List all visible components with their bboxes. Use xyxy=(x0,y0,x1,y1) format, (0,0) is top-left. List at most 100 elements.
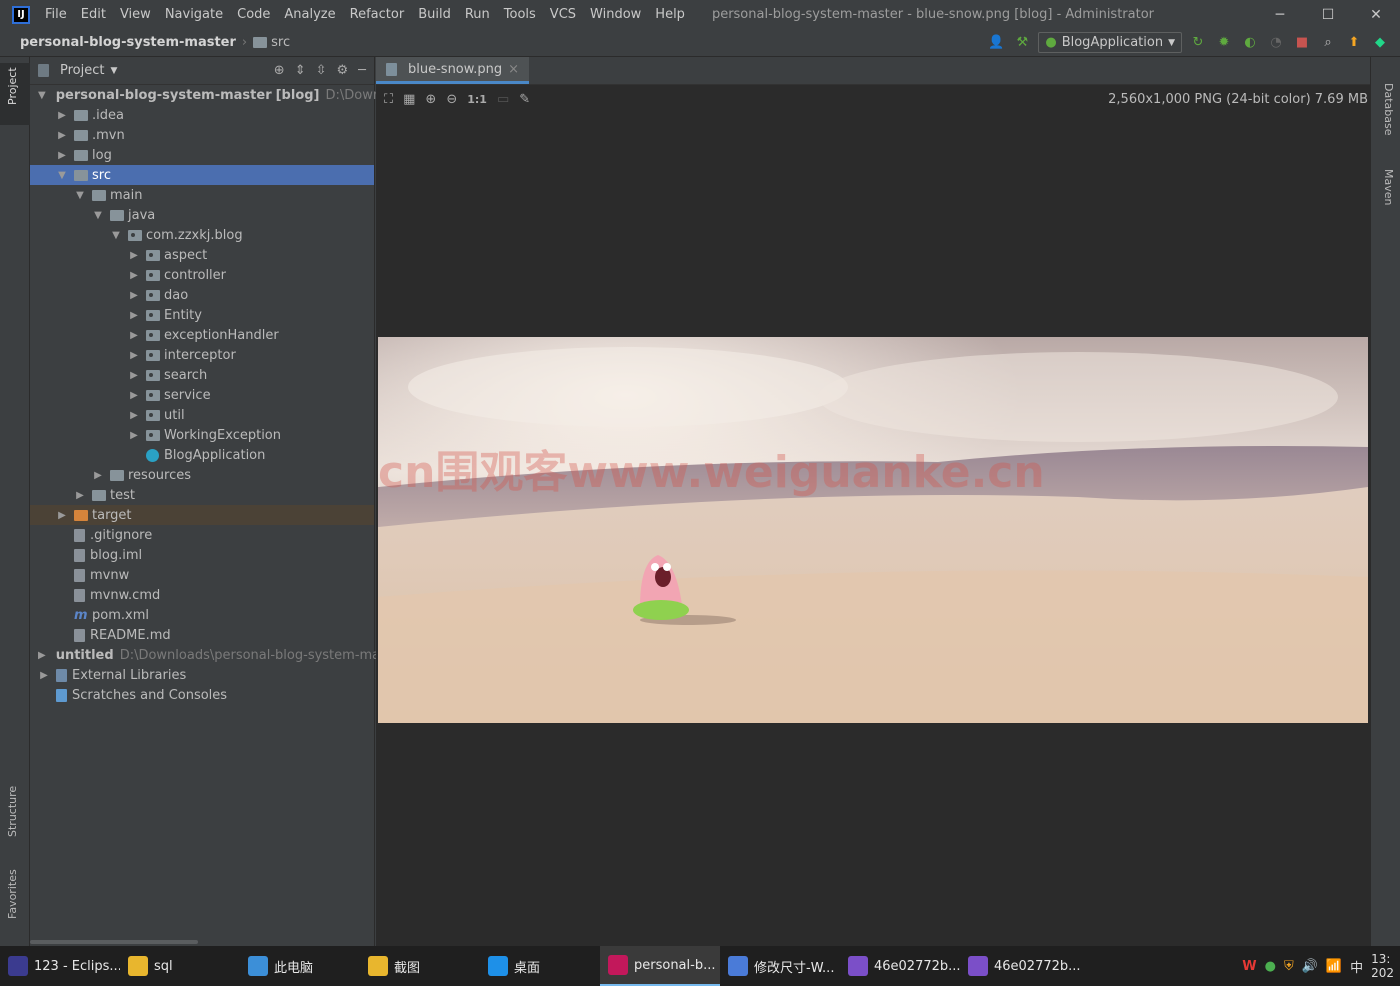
chevron-right-icon[interactable]: ▶ xyxy=(128,370,140,381)
project-tool-label[interactable]: Project xyxy=(6,67,19,105)
tree-item[interactable]: ▶ .mvn xyxy=(30,125,374,145)
chevron-right-icon[interactable]: ▶ xyxy=(128,350,140,361)
tree-item[interactable]: m pom.xml xyxy=(30,605,374,625)
zoom-out-icon[interactable]: ⊖ xyxy=(446,92,457,107)
tree-item[interactable]: ▶ exceptionHandler xyxy=(30,325,374,345)
maven-tool-label[interactable]: Maven xyxy=(1382,169,1395,205)
menu-item-code[interactable]: Code xyxy=(230,7,277,22)
background-icon[interactable]: ▭ xyxy=(497,92,509,107)
tree-item[interactable]: ▶ log xyxy=(30,145,374,165)
maximize-button[interactable]: ☐ xyxy=(1304,0,1352,29)
tree-item[interactable]: mvnw xyxy=(30,565,374,585)
actual-size-button[interactable]: 1:1 xyxy=(467,93,487,106)
tree-item[interactable]: ▼ java xyxy=(30,205,374,225)
breadcrumb-folder[interactable]: src xyxy=(271,35,290,50)
chevron-right-icon[interactable]: ▶ xyxy=(74,490,86,501)
wechat-icon[interactable]: ● xyxy=(1265,959,1276,974)
tree-item[interactable]: ▶ .idea xyxy=(30,105,374,125)
ime-indicator[interactable]: 中 xyxy=(1350,957,1363,976)
taskbar-item[interactable]: 123 - Eclips... xyxy=(0,946,120,986)
taskbar-item[interactable]: 桌面 xyxy=(480,946,600,986)
menu-item-refactor[interactable]: Refactor xyxy=(343,7,412,22)
chevron-right-icon[interactable]: ▶ xyxy=(56,130,68,141)
collapse-all-icon[interactable]: ⇳ xyxy=(316,63,327,78)
tree-item[interactable]: BlogApplication xyxy=(30,445,374,465)
chevron-down-icon[interactable]: ▼ xyxy=(38,90,46,101)
menu-item-vcs[interactable]: VCS xyxy=(543,7,583,22)
stop-icon[interactable]: ■ xyxy=(1292,33,1312,53)
shield-icon[interactable]: ⛨ xyxy=(1284,959,1294,974)
rerun-icon[interactable]: ↻ xyxy=(1188,33,1208,53)
menu-item-analyze[interactable]: Analyze xyxy=(277,7,342,22)
breadcrumb-project[interactable]: personal-blog-system-master xyxy=(20,35,236,50)
chevron-right-icon[interactable]: ▶ xyxy=(128,270,140,281)
menu-item-tools[interactable]: Tools xyxy=(497,7,543,22)
tree-item[interactable]: mvnw.cmd xyxy=(30,585,374,605)
toolbox-icon[interactable]: ◆ xyxy=(1370,33,1390,53)
zoom-in-icon[interactable]: ⊕ xyxy=(425,92,436,107)
tree-item[interactable]: ▶ WorkingException xyxy=(30,425,374,445)
menu-item-file[interactable]: File xyxy=(38,7,74,22)
tree-item[interactable]: README.md xyxy=(30,625,374,645)
close-button[interactable]: ✕ xyxy=(1352,0,1400,29)
search-icon[interactable]: ⌕ xyxy=(1318,33,1338,53)
chevron-down-icon[interactable]: ▼ xyxy=(92,210,104,221)
chevron-down-icon[interactable]: ▼ xyxy=(110,230,122,241)
wps-icon[interactable]: W xyxy=(1242,959,1256,974)
close-tab-icon[interactable]: × xyxy=(508,62,519,77)
tab-blue-snow-png[interactable]: blue-snow.png × xyxy=(376,57,529,84)
profile-icon[interactable]: ◔ xyxy=(1266,33,1286,53)
tree-item[interactable]: ▶ resources xyxy=(30,465,374,485)
taskbar-item[interactable]: 截图 xyxy=(360,946,480,986)
tree-item[interactable]: ▶ test xyxy=(30,485,374,505)
tree-item[interactable]: ▶ External Libraries xyxy=(30,665,374,685)
chevron-right-icon[interactable]: ▶ xyxy=(128,430,140,441)
chevron-down-icon[interactable]: ▼ xyxy=(56,170,68,181)
gear-icon[interactable]: ⚙ xyxy=(337,63,349,78)
database-tool-label[interactable]: Database xyxy=(1382,83,1395,136)
tree-item[interactable]: ▶ service xyxy=(30,385,374,405)
menu-item-run[interactable]: Run xyxy=(458,7,497,22)
chevron-right-icon[interactable]: ▶ xyxy=(38,650,46,661)
taskbar-item[interactable]: personal-b... xyxy=(600,946,720,986)
taskbar-item[interactable]: 此电脑 xyxy=(240,946,360,986)
debug-icon[interactable]: ✹ xyxy=(1214,33,1234,53)
volume-icon[interactable]: 🔊 xyxy=(1302,959,1318,974)
tree-item[interactable]: ▶ Entity xyxy=(30,305,374,325)
taskbar-item[interactable]: 46e02772b... xyxy=(840,946,960,986)
tree-item[interactable]: ▶ target xyxy=(30,505,374,525)
menu-item-edit[interactable]: Edit xyxy=(74,7,113,22)
horizontal-scrollbar[interactable] xyxy=(30,940,198,944)
taskbar-item[interactable]: sql xyxy=(120,946,240,986)
chevron-right-icon[interactable]: ▶ xyxy=(56,510,68,521)
tree-item[interactable]: ▶ aspect xyxy=(30,245,374,265)
chevron-down-icon[interactable]: ▼ xyxy=(74,190,86,201)
taskbar-item[interactable]: 修改尺寸-W... xyxy=(720,946,840,986)
chevron-right-icon[interactable]: ▶ xyxy=(38,670,50,681)
locate-icon[interactable]: ⊕ xyxy=(274,63,285,78)
chevron-right-icon[interactable]: ▶ xyxy=(128,330,140,341)
coverage-icon[interactable]: ◐ xyxy=(1240,33,1260,53)
taskbar-item[interactable]: 46e02772b... xyxy=(960,946,1080,986)
tree-item[interactable]: ▼ main xyxy=(30,185,374,205)
tree-item[interactable]: .gitignore xyxy=(30,525,374,545)
chevron-right-icon[interactable]: ▶ xyxy=(56,150,68,161)
expand-all-icon[interactable]: ⇕ xyxy=(295,63,306,78)
network-icon[interactable]: 📶 xyxy=(1326,959,1342,974)
project-view-select[interactable]: Project ▼ xyxy=(38,63,117,78)
color-picker-icon[interactable]: ✎ xyxy=(519,92,530,107)
chevron-right-icon[interactable]: ▶ xyxy=(128,390,140,401)
hide-icon[interactable]: ─ xyxy=(358,63,366,78)
chevron-right-icon[interactable]: ▶ xyxy=(128,310,140,321)
user-icon[interactable]: 👤 xyxy=(986,33,1006,53)
menu-item-navigate[interactable]: Navigate xyxy=(158,7,230,22)
tree-item[interactable]: ▶ untitled D:\Downloads\personal-blog-syst… xyxy=(30,645,392,665)
structure-tool-label[interactable]: Structure xyxy=(6,786,19,837)
grid-icon[interactable]: ▦ xyxy=(403,92,415,107)
tree-item[interactable]: blog.iml xyxy=(30,545,374,565)
chevron-right-icon[interactable]: ▶ xyxy=(128,290,140,301)
tree-item[interactable]: ▶ interceptor xyxy=(30,345,374,365)
chevron-right-icon[interactable]: ▶ xyxy=(92,470,104,481)
tree-item[interactable]: Scratches and Consoles xyxy=(30,685,374,705)
chevron-right-icon[interactable]: ▶ xyxy=(128,250,140,261)
